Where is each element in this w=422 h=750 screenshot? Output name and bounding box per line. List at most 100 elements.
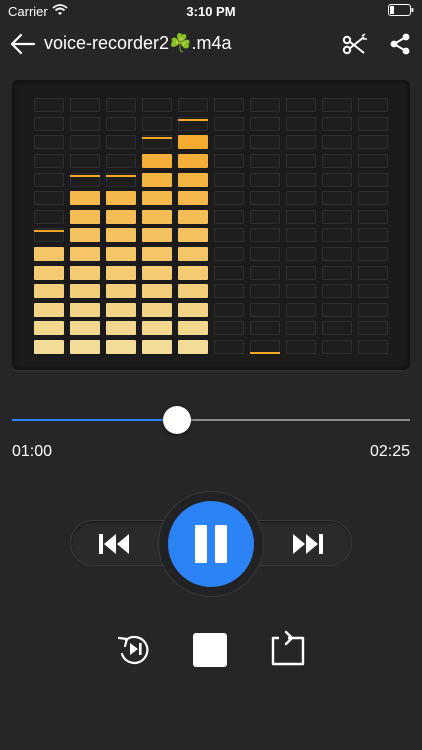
eq-cell <box>322 172 352 187</box>
eq-cell <box>250 209 280 224</box>
eq-cell <box>214 135 244 150</box>
eq-cell <box>286 154 316 168</box>
seek-thumb[interactable] <box>162 406 191 434</box>
eq-cell <box>322 116 352 131</box>
status-time: 3:10 PM <box>186 4 236 19</box>
eq-cell <box>34 340 64 354</box>
eq-cell <box>286 247 316 261</box>
eq-cell <box>250 191 280 206</box>
eq-cell <box>358 265 388 280</box>
eq-cell <box>178 209 208 224</box>
eq-cell <box>286 340 316 354</box>
eq-cell <box>286 116 316 131</box>
eq-peak <box>142 137 172 140</box>
eq-cell <box>142 209 172 224</box>
eq-cell <box>358 98 388 113</box>
loop-button[interactable] <box>270 630 306 668</box>
replay-button[interactable] <box>114 629 154 669</box>
eq-cell <box>250 135 280 150</box>
eq-cell <box>142 284 172 299</box>
eq-cell <box>106 116 136 131</box>
eq-cell <box>142 321 172 336</box>
eq-cell <box>106 247 136 261</box>
eq-cell <box>70 98 100 113</box>
eq-cell <box>142 116 172 131</box>
eq-cell <box>34 321 64 336</box>
eq-cell <box>250 247 280 261</box>
eq-cell <box>214 209 244 224</box>
eq-cell <box>358 209 388 224</box>
eq-cell <box>358 172 388 187</box>
eq-cell <box>142 154 172 168</box>
arrow-left-icon <box>10 33 36 55</box>
eq-cell <box>322 302 352 317</box>
eq-cell <box>214 116 244 131</box>
eq-cell <box>250 302 280 317</box>
back-button[interactable] <box>8 30 38 58</box>
eq-cell <box>214 172 244 187</box>
eq-cell <box>70 265 100 280</box>
eq-cell <box>358 154 388 168</box>
eq-cell <box>142 340 172 354</box>
eq-cell <box>34 116 64 131</box>
eq-cell <box>286 172 316 187</box>
pause-button[interactable] <box>168 501 254 587</box>
eq-cell <box>70 321 100 336</box>
eq-cell <box>142 265 172 280</box>
trim-button[interactable] <box>340 30 370 58</box>
eq-cell <box>178 98 208 113</box>
eq-cell <box>70 228 100 243</box>
eq-cell <box>214 265 244 280</box>
eq-cell <box>250 116 280 131</box>
eq-cell <box>106 228 136 243</box>
eq-band <box>178 94 208 354</box>
eq-cell <box>178 265 208 280</box>
eq-cell <box>34 302 64 317</box>
eq-cell <box>322 228 352 243</box>
eq-cell <box>70 247 100 261</box>
eq-peak <box>70 174 100 177</box>
eq-cell <box>106 284 136 299</box>
eq-cell <box>358 135 388 150</box>
eq-cell <box>178 191 208 206</box>
eq-cell <box>358 116 388 131</box>
eq-cell <box>358 228 388 243</box>
eq-cell <box>178 284 208 299</box>
eq-cell <box>358 191 388 206</box>
eq-cell <box>106 135 136 150</box>
eq-band <box>142 94 172 354</box>
eq-cell <box>70 340 100 354</box>
eq-cell <box>106 321 136 336</box>
eq-cell <box>322 209 352 224</box>
eq-cell <box>34 172 64 187</box>
eq-cell <box>286 302 316 317</box>
share-button[interactable] <box>386 30 414 58</box>
file-title: voice-recorder2☘️.m4a <box>44 33 232 53</box>
eq-cell <box>70 209 100 224</box>
elapsed-time: 01:00 <box>12 443 53 460</box>
eq-band <box>250 94 280 354</box>
equalizer-visualizer <box>12 80 410 370</box>
eq-cell <box>286 228 316 243</box>
eq-cell <box>250 228 280 243</box>
eq-band <box>286 94 316 354</box>
eq-band <box>106 94 136 354</box>
eq-peak <box>178 118 208 121</box>
eq-cell <box>70 284 100 299</box>
eq-cell <box>214 98 244 113</box>
eq-cell <box>322 191 352 206</box>
scissors-icon <box>342 33 367 55</box>
skip-previous-icon <box>99 534 129 554</box>
eq-cell <box>142 302 172 317</box>
total-time: 02:25 <box>369 443 410 460</box>
eq-cell <box>322 321 352 336</box>
eq-peak <box>106 174 136 177</box>
eq-cell <box>70 302 100 317</box>
eq-cell <box>214 321 244 336</box>
seek-progress <box>12 419 177 421</box>
eq-cell <box>214 247 244 261</box>
stop-button[interactable] <box>193 633 227 667</box>
eq-cell <box>250 284 280 299</box>
eq-cell <box>286 265 316 280</box>
eq-cell <box>322 135 352 150</box>
